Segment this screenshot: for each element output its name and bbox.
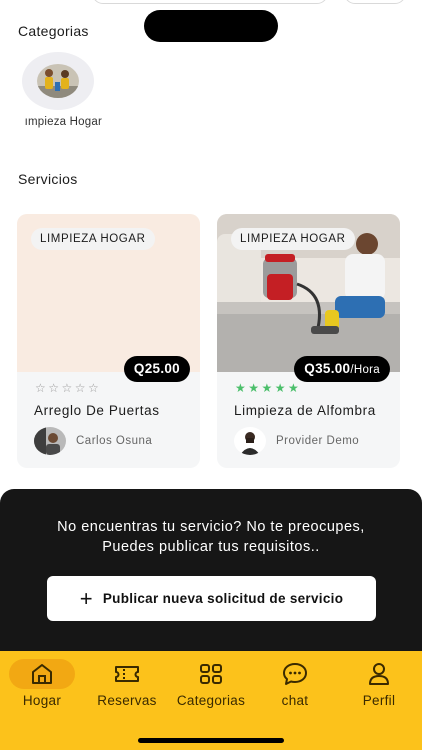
nav-item-chat[interactable]: chat bbox=[258, 651, 332, 717]
service-card-limpieza-de-alfombra[interactable]: LIMPIEZA HOGAR Q35.00/Hora ★★★★★ Limpiez… bbox=[217, 214, 400, 468]
category-item-limpieza-hogar[interactable]: ımpieza Hogar bbox=[0, 50, 112, 136]
camera-notch bbox=[144, 10, 278, 42]
ticket-icon bbox=[113, 661, 141, 687]
price-value: Q35.00 bbox=[304, 361, 351, 376]
grid-icon bbox=[197, 661, 225, 687]
category-chip: LIMPIEZA HOGAR bbox=[31, 228, 155, 250]
provider-info: Carlos Osuna bbox=[34, 427, 152, 455]
service-name: Limpieza de Alfombra bbox=[234, 403, 376, 418]
services-title: Servicios bbox=[18, 171, 78, 187]
nav-item-perfil[interactable]: Perfil bbox=[342, 651, 416, 717]
service-name: Arreglo De Puertas bbox=[34, 403, 160, 418]
provider-info: Provider Demo bbox=[234, 427, 359, 455]
request-service-panel: No encuentras tu servicio? No te preocup… bbox=[0, 489, 422, 669]
plus-icon: + bbox=[79, 585, 93, 611]
category-chip: LIMPIEZA HOGAR bbox=[231, 228, 355, 250]
user-icon bbox=[365, 661, 393, 687]
home-icon bbox=[28, 661, 56, 687]
category-avatar bbox=[22, 52, 94, 110]
publish-request-button[interactable]: + Publicar nueva solicitud de servicio bbox=[47, 576, 376, 621]
nav-label: Hogar bbox=[22, 693, 62, 708]
price-badge: Q25.00 bbox=[123, 356, 190, 382]
filter-button[interactable] bbox=[344, 0, 406, 4]
nav-item-categorias[interactable]: Categorias bbox=[168, 651, 254, 717]
nav-item-hogar[interactable]: Hogar bbox=[6, 651, 78, 717]
provider-avatar bbox=[234, 427, 266, 455]
provider-name: Carlos Osuna bbox=[76, 435, 153, 447]
nav-label: Reservas bbox=[97, 693, 157, 708]
bottom-navigation: Hogar Reservas Categorias chat Perfil bbox=[0, 651, 422, 750]
service-card-arreglo-de-puertas[interactable]: LIMPIEZA HOGAR Q25.00 ☆☆☆☆☆ Arreglo De P… bbox=[17, 214, 200, 468]
chat-icon bbox=[281, 661, 309, 687]
provider-avatar bbox=[34, 427, 66, 455]
search-input[interactable] bbox=[92, 0, 328, 4]
rating-stars: ★★★★★ bbox=[235, 381, 302, 395]
categories-title: Categorias bbox=[18, 23, 89, 39]
nav-label: chat bbox=[281, 693, 309, 708]
cleaning-category-image bbox=[37, 64, 79, 98]
promo-message: No encuentras tu servicio? No te preocup… bbox=[0, 517, 422, 557]
publish-request-label: Publicar nueva solicitud de servicio bbox=[102, 591, 344, 606]
promo-line-2: Puedes publicar tus requisitos.. bbox=[102, 539, 320, 555]
price-value: Q25.00 bbox=[133, 361, 180, 376]
provider-name: Provider Demo bbox=[276, 435, 360, 447]
promo-line-1: No encuentras tu servicio? No te preocup… bbox=[57, 519, 365, 535]
price-unit: /Hora bbox=[350, 364, 380, 376]
nav-label: Perfil bbox=[362, 693, 396, 708]
home-indicator bbox=[138, 738, 284, 743]
nav-item-reservas[interactable]: Reservas bbox=[90, 651, 164, 717]
category-label: ımpieza Hogar bbox=[24, 116, 102, 128]
rating-stars: ☆☆☆☆☆ bbox=[35, 381, 102, 395]
nav-label: Categorias bbox=[176, 693, 246, 708]
price-badge: Q35.00/Hora bbox=[294, 356, 390, 382]
